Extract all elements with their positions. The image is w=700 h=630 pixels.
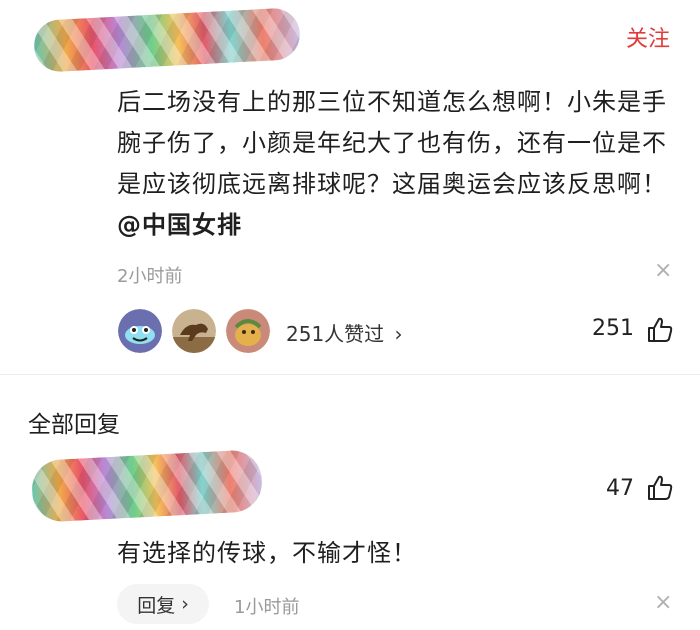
replier-avatar-and-name-redacted[interactable] — [30, 449, 264, 523]
commenter-avatar-and-name-redacted[interactable] — [32, 7, 302, 73]
reply-button-label: 回复 — [137, 594, 176, 617]
reply-button[interactable]: 回复 › — [117, 584, 209, 624]
comment-body: 后二场没有上的那三位不知道怎么想啊！小朱是手腕子伤了，小颜是年纪大了也有伤，还有… — [117, 88, 667, 198]
close-icon[interactable]: × — [654, 590, 672, 615]
thumbs-up-icon[interactable] — [646, 316, 674, 344]
reply-text: 有选择的传球，不输才怪！ — [117, 539, 417, 567]
chevron-right-icon: › — [394, 322, 403, 346]
likers-label: 251人赞过 — [286, 322, 385, 346]
close-icon[interactable]: × — [654, 258, 672, 283]
liker-avatar[interactable] — [226, 309, 270, 353]
reply-timestamp: 1小时前 — [234, 597, 300, 618]
liker-avatar[interactable] — [118, 309, 162, 353]
like-count: 251 — [592, 316, 634, 341]
mention-link[interactable]: @中国女排 — [117, 211, 242, 239]
comment-text: 后二场没有上的那三位不知道怎么想啊！小朱是手腕子伤了，小颜是年纪大了也有伤，还有… — [117, 82, 682, 246]
comment-timestamp: 2小时前 — [117, 266, 183, 287]
follow-button[interactable]: 关注 — [626, 21, 670, 53]
thumbs-up-icon[interactable] — [646, 474, 674, 502]
all-replies-title: 全部回复 — [28, 412, 120, 438]
liker-avatar[interactable] — [172, 309, 216, 353]
likers-link[interactable]: 251人赞过 › — [286, 318, 403, 347]
divider — [0, 374, 700, 375]
chevron-right-icon: › — [181, 593, 189, 615]
reply-like-count: 47 — [606, 476, 634, 501]
